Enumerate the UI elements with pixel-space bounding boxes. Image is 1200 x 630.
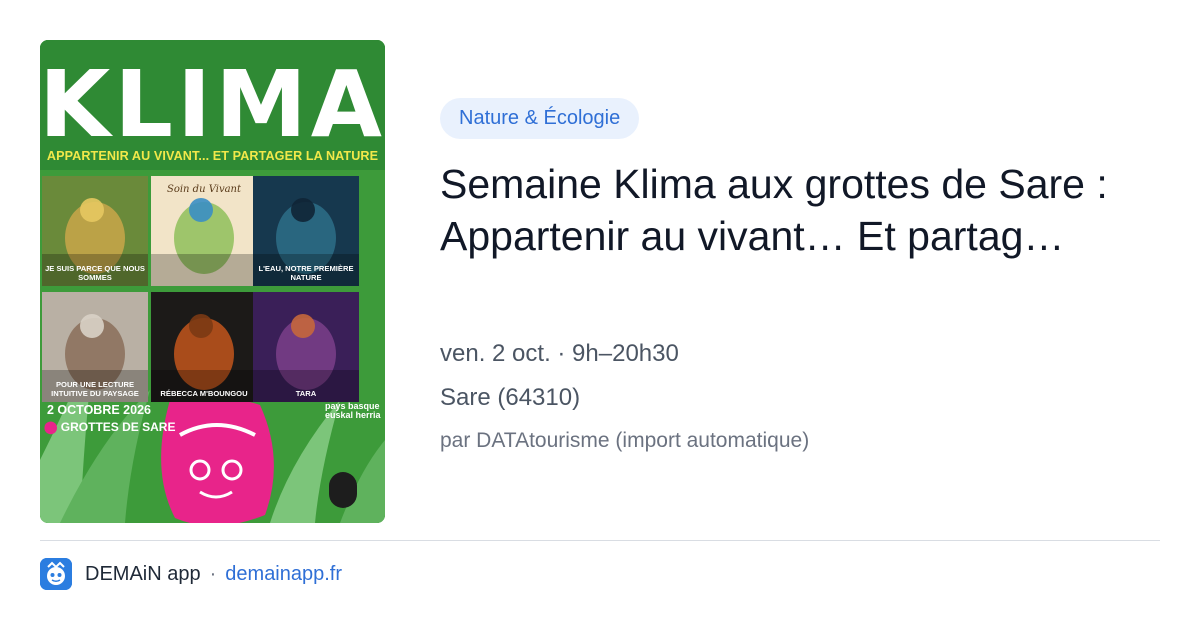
footer: DEMAiN app · demainapp.fr [40,558,342,590]
event-datetime: ven. 2 oct. · 9h–20h30 [440,340,679,367]
poster-photo-tile: L'EAU, NOTRE PREMIÈRE NATURE [253,176,359,286]
poster-tile-title: Soin du Vivant [166,184,242,195]
poster-tile-caption: TARA [295,389,317,398]
event-poster-image[interactable]: KLIMA APPARTENIR AU VIVANT... ET PARTAGE… [40,40,385,523]
poster-tagline: APPARTENIR AU VIVANT... ET PARTAGER LA N… [46,149,379,163]
category-chip[interactable]: Nature & Écologie [440,98,640,139]
poster-photo-tile: TARA [253,292,359,402]
poster-brand-logo: pays basque euskal herria [325,401,381,420]
poster-tile-caption: POUR UNE LECTURE INTUITIVE DU PAYSAGE [51,380,139,398]
poster-photo-tile: JE SUIS PARCE QUE NOUS SOMMES [42,176,148,286]
poster-partner-logo [329,472,357,508]
poster-tile-caption: JE SUIS PARCE QUE NOUS SOMMES [45,264,145,282]
poster-photo-tile: RÉBECCA M'BOUNGOU [151,292,257,402]
footer-divider [40,540,1160,541]
event-title[interactable]: Semaine Klima aux grottes de Sare : Appa… [440,158,1140,262]
app-name: DEMAiN app [85,562,201,585]
app-domain-link[interactable]: demainapp.fr [225,563,342,586]
poster-tile-caption: RÉBECCA M'BOUNGOU [160,389,248,398]
demain-app-icon [40,558,72,590]
poster-title: KLIMA [40,50,385,158]
event-location: Sare (64310) [440,384,581,411]
poster-photo-tile: POUR UNE LECTURE INTUITIVE DU PAYSAGE [42,292,148,402]
footer-separator: · [209,562,217,585]
poster-date: 2 OCTOBRE 2026 [47,403,151,417]
poster-tile-caption: L'EAU, NOTRE PREMIÈRE NATURE [258,264,354,282]
location-pin-icon: ⬤ [44,420,58,434]
event-source: par DATAtourisme (import automatique) [440,429,810,452]
poster-location: ⬤ GROTTES DE SARE [44,420,176,434]
poster-photo-tile: Soin du Vivant [151,176,257,286]
